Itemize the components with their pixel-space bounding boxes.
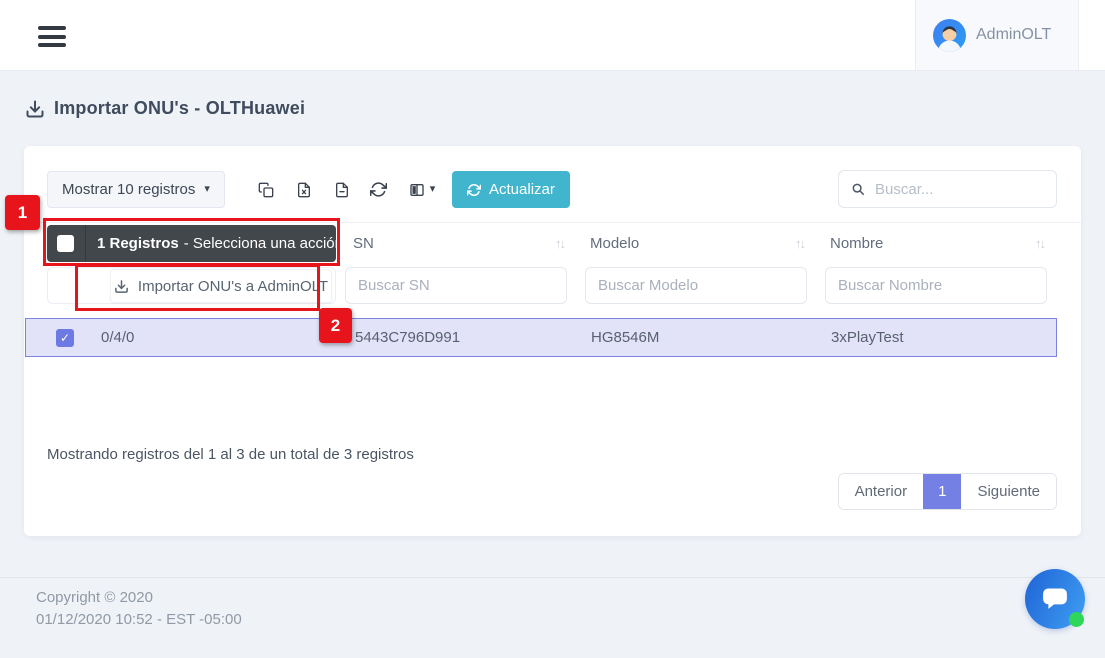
avatar-icon — [933, 19, 966, 52]
download-icon — [25, 99, 45, 119]
modelo-filter-input[interactable] — [585, 267, 807, 304]
check-icon: ✓ — [60, 331, 70, 345]
file-text-icon — [334, 182, 350, 198]
menu-bar — [38, 26, 66, 30]
cell-interface: 0/4/0 — [101, 319, 134, 356]
actualizar-label: Actualizar — [489, 181, 555, 198]
annotation-step-2: 2 — [319, 308, 352, 343]
nombre-filter-input[interactable] — [825, 267, 1047, 304]
search-input[interactable] — [875, 181, 1044, 198]
copy-button[interactable] — [248, 171, 284, 208]
column-header-nombre[interactable]: Nombre — [830, 225, 883, 262]
pagination-next[interactable]: Siguiente — [961, 474, 1056, 509]
select-all-checkbox[interactable] — [57, 235, 74, 252]
export-file-button[interactable] — [324, 171, 360, 208]
annotation-step-1: 1 — [5, 195, 40, 230]
columns-icon — [409, 182, 425, 198]
copy-icon — [258, 182, 274, 198]
cell-modelo: HG8546M — [591, 319, 659, 356]
records-summary: Mostrando registros del 1 al 3 de un tot… — [47, 446, 414, 463]
download-icon — [114, 279, 129, 294]
excel-file-icon — [296, 182, 312, 198]
table-row-selected[interactable]: ✓ 0/4/0 5443C796D991 HG8546M 3xPlayTest — [25, 318, 1057, 357]
sort-icon[interactable]: ↑↓ — [795, 225, 804, 262]
topbar: AdminOLT — [0, 0, 1105, 71]
show-records-label: Mostrar 10 registros — [62, 181, 195, 198]
row-checkbox-checked[interactable]: ✓ — [56, 329, 74, 347]
page-title: Importar ONU's - OLTHuawei — [25, 98, 305, 119]
screen: AdminOLT Importar ONU's - OLTHuawei Most… — [0, 0, 1105, 658]
footer-divider — [0, 577, 1105, 578]
pagination-previous[interactable]: Anterior — [839, 474, 924, 509]
menu-icon[interactable] — [38, 26, 66, 47]
selected-count: 1 Registros — [97, 235, 179, 252]
sort-icon[interactable]: ↑↓ — [555, 225, 564, 262]
user-menu[interactable]: AdminOLT — [915, 0, 1079, 70]
action-label: - Selecciona una acción — [184, 235, 343, 252]
footer-copyright: Copyright © 2020 — [36, 589, 153, 606]
column-header-modelo[interactable]: Modelo — [590, 225, 639, 262]
export-excel-button[interactable] — [286, 171, 322, 208]
refresh-button[interactable] — [360, 171, 396, 208]
chat-bubble-icon — [1040, 586, 1070, 613]
menu-bar — [38, 35, 66, 39]
pagination-page-1[interactable]: 1 — [923, 474, 961, 509]
online-status-dot — [1069, 612, 1084, 627]
actualizar-button[interactable]: Actualizar — [452, 171, 570, 208]
divider — [24, 222, 1081, 223]
datatable-card: Mostrar 10 registros ▾ — [24, 146, 1081, 536]
search-icon — [851, 181, 865, 197]
column-header-sn[interactable]: SN — [353, 225, 374, 262]
cell-sn: 5443C796D991 — [355, 319, 460, 356]
global-search — [838, 170, 1057, 208]
menu-bar — [38, 43, 66, 47]
cell-nombre: 3xPlayTest — [831, 319, 904, 356]
sort-icon[interactable]: ↑↓ — [1035, 225, 1044, 262]
footer-datetime: 01/12/2020 10:52 - EST -05:00 — [36, 611, 242, 628]
pagination: Anterior 1 Siguiente — [838, 473, 1057, 510]
chevron-down-icon: ▾ — [430, 184, 436, 195]
page-title-text: Importar ONU's - OLTHuawei — [54, 98, 305, 119]
import-onus-button[interactable]: Importar ONU's a AdminOLT — [110, 269, 332, 303]
refresh-icon — [467, 183, 481, 197]
bulk-action-dropdown[interactable]: 1 Registros - Selecciona una acción ▾ — [47, 225, 336, 262]
show-records-dropdown[interactable]: Mostrar 10 registros ▾ — [47, 171, 225, 208]
sn-filter-input[interactable] — [345, 267, 567, 304]
import-onus-label: Importar ONU's a AdminOLT — [138, 278, 328, 295]
column-visibility-dropdown[interactable]: ▾ — [396, 171, 448, 208]
divider — [85, 225, 86, 262]
refresh-icon — [370, 181, 387, 198]
user-name: AdminOLT — [976, 26, 1051, 44]
chevron-down-icon: ▾ — [204, 184, 210, 195]
